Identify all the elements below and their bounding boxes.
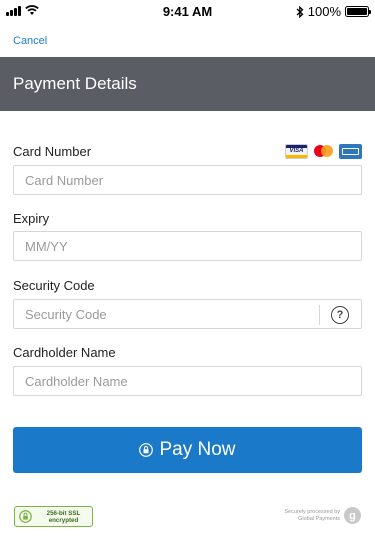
cardholder-name-input[interactable] bbox=[14, 367, 361, 395]
help-divider bbox=[319, 305, 320, 325]
status-right: 100% bbox=[296, 4, 371, 19]
security-code-field-group: Security Code ? bbox=[13, 278, 362, 329]
card-number-input-wrap bbox=[13, 165, 362, 195]
card-number-field-group: Card Number VISA bbox=[13, 144, 362, 195]
security-code-input[interactable] bbox=[14, 300, 314, 328]
ssl-badge: 256-bit SSL encrypted bbox=[14, 506, 93, 527]
cardholder-name-field-group: Cardholder Name bbox=[13, 345, 362, 396]
pay-now-button[interactable]: Pay Now bbox=[13, 427, 362, 473]
mastercard-logo bbox=[312, 144, 335, 159]
battery-percent: 100% bbox=[307, 4, 341, 19]
security-code-label: Security Code bbox=[13, 278, 95, 293]
global-payments-logo: g bbox=[344, 507, 361, 524]
help-question-icon[interactable]: ? bbox=[331, 306, 349, 324]
lock-icon bbox=[139, 443, 154, 457]
card-logos: VISA bbox=[285, 144, 362, 159]
amex-logo bbox=[339, 144, 362, 159]
visa-logo-text: VISA bbox=[289, 148, 304, 154]
ssl-lock-icon bbox=[18, 510, 32, 523]
expiry-label: Expiry bbox=[13, 211, 50, 226]
bluetooth-icon bbox=[296, 5, 304, 18]
expiry-field-group: Expiry bbox=[13, 211, 362, 261]
ssl-text: 256-bit SSL encrypted bbox=[35, 510, 92, 524]
security-code-input-wrap: ? bbox=[13, 299, 362, 329]
secure-line2: Global Payments bbox=[298, 515, 340, 522]
page-title: Payment Details bbox=[13, 74, 137, 93]
secure-line1: Securely processed by bbox=[284, 508, 340, 515]
ssl-line1: 256-bit SSL bbox=[46, 509, 81, 517]
cardholder-name-label: Cardholder Name bbox=[13, 345, 116, 360]
visa-logo: VISA bbox=[285, 144, 308, 159]
pay-now-label: Pay Now bbox=[159, 439, 236, 460]
expiry-input[interactable] bbox=[14, 232, 361, 260]
cardholder-name-input-wrap bbox=[13, 366, 362, 396]
status-bar: 9:41 AM 100% bbox=[0, 0, 375, 22]
expiry-input-wrap bbox=[13, 231, 362, 261]
secure-text: Securely processed by Global Payments bbox=[284, 509, 340, 523]
cancel-button[interactable]: Cancel bbox=[13, 35, 47, 47]
ssl-line2: encrypted bbox=[48, 516, 79, 524]
header-bar: Payment Details bbox=[0, 57, 375, 111]
card-number-input[interactable] bbox=[14, 166, 361, 194]
secure-processor: Securely processed by Global Payments g bbox=[284, 507, 361, 524]
battery-icon bbox=[345, 6, 371, 17]
